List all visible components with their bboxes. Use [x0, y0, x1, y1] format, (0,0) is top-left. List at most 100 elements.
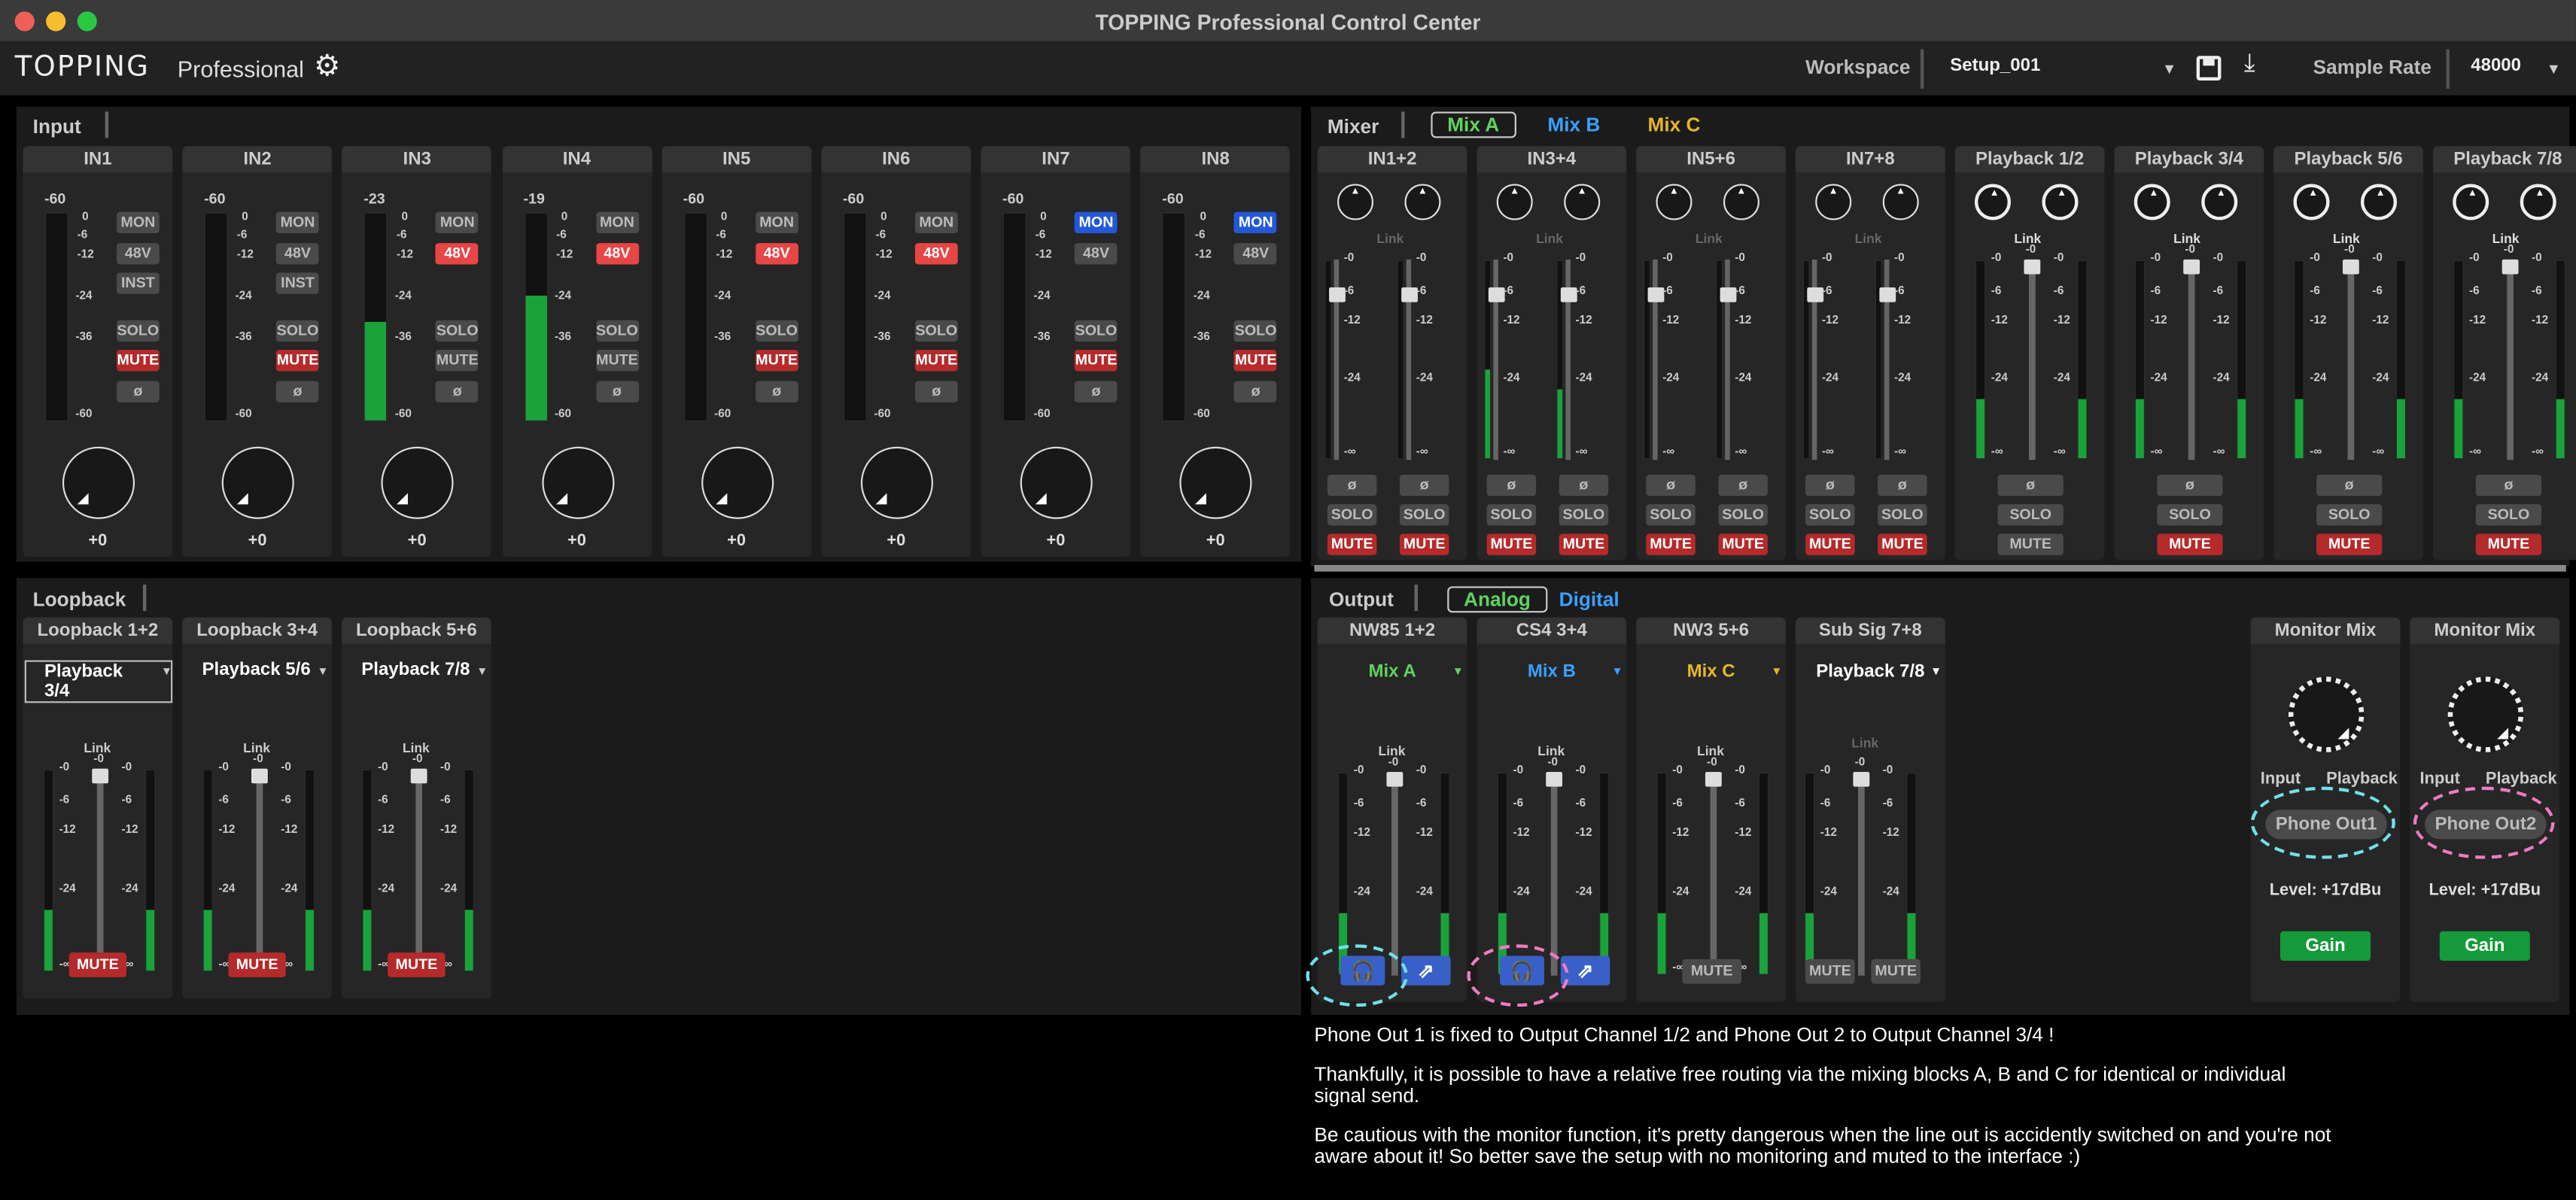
tab-mix-c[interactable]: Mix C	[1648, 114, 1701, 137]
pan-knob[interactable]: ▲	[2201, 184, 2238, 220]
pan-knob[interactable]: ▲	[2360, 184, 2397, 220]
fader-handle[interactable]	[1401, 287, 1418, 302]
mute-button[interactable]: MUTE	[1997, 533, 2064, 555]
solo-button[interactable]: SOLO	[2157, 504, 2223, 526]
pan-knob[interactable]: ▲	[2453, 184, 2489, 220]
solo-button[interactable]: SOLO	[2316, 504, 2383, 526]
fader-handle[interactable]	[2183, 259, 2200, 275]
mute-button[interactable]: MUTE	[1234, 349, 1278, 372]
pan-knob[interactable]: ▲	[1815, 184, 1852, 220]
solo-button[interactable]: SOLO	[1234, 320, 1278, 342]
gain-knob[interactable]: ◢	[541, 446, 614, 519]
solo-button[interactable]: SOLO	[1559, 504, 1609, 526]
solo-button[interactable]: SOLO	[1646, 504, 1696, 526]
mute-button[interactable]: MUTE	[595, 349, 639, 372]
solo-button[interactable]: SOLO	[1878, 504, 1927, 526]
gain-button[interactable]: Gain	[2439, 931, 2530, 962]
fader-handle[interactable]	[2501, 259, 2519, 275]
tab-mix-b[interactable]: Mix B	[1547, 114, 1600, 137]
pan-knob[interactable]: ▲	[1337, 184, 1373, 220]
fader-handle[interactable]	[251, 768, 268, 784]
chevron-down-icon[interactable]: ▼	[2162, 61, 2176, 77]
phase-invert-button[interactable]: ø	[276, 381, 319, 403]
mute-button[interactable]: MUTE	[1805, 533, 1855, 555]
phase-invert-button[interactable]: ø	[914, 381, 958, 403]
mute-button[interactable]: MUTE	[1878, 533, 1927, 555]
mute-button[interactable]: MUTE	[436, 349, 479, 372]
mon-button[interactable]: MON	[436, 211, 479, 233]
pan-knob[interactable]: ▲	[2042, 184, 2079, 220]
mon-button[interactable]: MON	[116, 211, 160, 233]
phantom-48v-button[interactable]: 48V	[276, 243, 319, 265]
chevron-down-icon[interactable]: ▼	[161, 667, 172, 678]
mute-button[interactable]: MUTE	[1871, 958, 1921, 984]
mute-button[interactable]: MUTE	[276, 349, 319, 372]
fader-handle[interactable]	[410, 768, 427, 784]
phantom-48v-button[interactable]: 48V	[914, 243, 958, 265]
mute-button[interactable]: MUTE	[2475, 533, 2542, 555]
fader-handle[interactable]	[1879, 287, 1896, 302]
mute-button[interactable]: MUTE	[116, 349, 160, 372]
mix-source-select[interactable]: Mix C	[1636, 662, 1786, 682]
phase-invert-button[interactable]: ø	[1718, 474, 1768, 497]
phantom-48v-button[interactable]: 48V	[595, 243, 639, 265]
mixer-scrollbar[interactable]	[1314, 564, 2566, 572]
pan-knob[interactable]: ▲	[1656, 184, 1692, 220]
phase-invert-button[interactable]: ø	[1399, 474, 1449, 497]
pan-knob[interactable]: ▲	[1564, 184, 1601, 220]
solo-button[interactable]: SOLO	[914, 320, 958, 342]
source-select[interactable]: Playback 5/6	[202, 661, 311, 680]
phantom-48v-button[interactable]: 48V	[116, 243, 160, 265]
phase-invert-button[interactable]: ø	[1878, 474, 1927, 497]
mon-button[interactable]: MON	[1234, 211, 1278, 233]
mute-button[interactable]: MUTE	[1327, 533, 1377, 555]
solo-button[interactable]: SOLO	[276, 320, 319, 342]
phase-invert-button[interactable]: ø	[1075, 381, 1118, 403]
gain-knob[interactable]: ◢	[701, 446, 774, 519]
monitor-mix-knob[interactable]: ◢	[2447, 676, 2524, 752]
pan-knob[interactable]: ▲	[2293, 184, 2330, 220]
fader-handle[interactable]	[1546, 772, 1563, 787]
pan-knob[interactable]: ▲	[1404, 184, 1441, 220]
mon-button[interactable]: MON	[595, 211, 639, 233]
mute-button[interactable]: MUTE	[1646, 533, 1696, 555]
pan-knob[interactable]: ▲	[2520, 184, 2556, 220]
solo-button[interactable]: SOLO	[1997, 504, 2064, 526]
chevron-down-icon[interactable]: ▼	[317, 667, 328, 678]
fader-handle[interactable]	[1560, 287, 1577, 302]
phase-invert-button[interactable]: ø	[1997, 474, 2064, 497]
mute-button[interactable]: MUTE	[755, 349, 798, 372]
phase-invert-button[interactable]: ø	[1805, 474, 1855, 497]
fader-handle[interactable]	[2342, 259, 2359, 275]
mute-button[interactable]: MUTE	[1399, 533, 1449, 555]
mon-button[interactable]: MON	[276, 211, 319, 233]
solo-button[interactable]: SOLO	[1805, 504, 1855, 526]
solo-button[interactable]: SOLO	[755, 320, 798, 342]
phase-invert-button[interactable]: ø	[1559, 474, 1609, 497]
solo-button[interactable]: SOLO	[1486, 504, 1537, 526]
mon-button[interactable]: MON	[755, 211, 798, 233]
fader-handle[interactable]	[1705, 772, 1722, 787]
fader-handle[interactable]	[1647, 287, 1665, 302]
gain-knob[interactable]: ◢	[382, 446, 455, 519]
gain-button[interactable]: Gain	[2280, 931, 2371, 962]
gain-knob[interactable]: ◢	[860, 446, 933, 519]
mix-source-select[interactable]: Mix B	[1477, 662, 1627, 682]
phase-invert-button[interactable]: ø	[1486, 474, 1537, 497]
chevron-down-icon[interactable]: ▼	[1771, 667, 1782, 678]
source-select[interactable]: Playback 3/4	[24, 660, 173, 703]
solo-button[interactable]: SOLO	[436, 320, 479, 342]
line-out-button[interactable]: ⇗	[1401, 955, 1451, 986]
gain-knob[interactable]: ◢	[1180, 446, 1253, 519]
fader-handle[interactable]	[1386, 772, 1404, 787]
fader-handle[interactable]	[1488, 287, 1505, 302]
mute-button[interactable]: MUTE	[1075, 349, 1118, 372]
solo-button[interactable]: SOLO	[1718, 504, 1768, 526]
fader-handle[interactable]	[1853, 772, 1870, 787]
fader-handle[interactable]	[92, 768, 109, 784]
phase-invert-button[interactable]: ø	[1646, 474, 1696, 497]
gain-knob[interactable]: ◢	[1020, 446, 1093, 519]
phase-invert-button[interactable]: ø	[116, 381, 160, 403]
download-icon[interactable]: ⤓	[2244, 49, 2255, 77]
gear-icon[interactable]: ⚙	[314, 49, 340, 84]
